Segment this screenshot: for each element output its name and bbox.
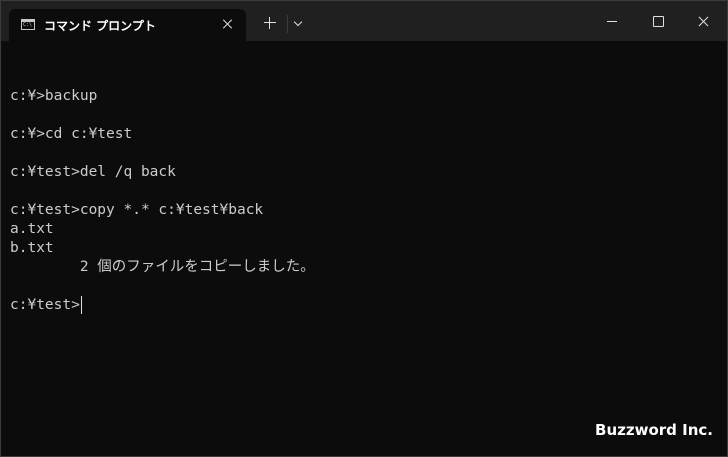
minimize-button[interactable]: [589, 1, 635, 41]
console-output[interactable]: c:¥>backup c:¥>cd c:¥test c:¥test>del /q…: [10, 68, 720, 398]
console-line: c:¥>backup: [10, 88, 98, 104]
tab-close-icon[interactable]: [220, 16, 236, 32]
prompt-line[interactable]: c:¥test>: [10, 296, 720, 315]
console-line: c:¥test>del /q back: [10, 164, 176, 180]
cmd-icon: [21, 19, 35, 30]
text-cursor: [80, 296, 82, 314]
prompt-text: c:¥test>: [10, 297, 80, 313]
title-bar: コマンド プロンプト: [1, 1, 727, 41]
maximize-button[interactable]: [635, 1, 681, 41]
terminal-window: コマンド プロンプト c:¥>backup c:¥>cd c:¥test c:¥…: [0, 0, 728, 457]
close-button[interactable]: [681, 1, 727, 41]
new-tab-plus-icon[interactable]: [263, 16, 277, 30]
console-line: 2 個のファイルをコピーしました。: [10, 259, 315, 275]
console-line: c:¥test>copy *.* c:¥test¥back: [10, 202, 264, 218]
watermark-logo: Buzzword Inc.: [595, 421, 713, 439]
console-line: c:¥>cd c:¥test: [10, 126, 133, 142]
divider: [287, 15, 288, 33]
tab-title: コマンド プロンプト: [44, 19, 156, 33]
chevron-down-icon[interactable]: [294, 19, 302, 27]
tab-command-prompt[interactable]: コマンド プロンプト: [9, 9, 246, 41]
console-line: b.txt: [10, 240, 54, 256]
console-line: a.txt: [10, 221, 54, 237]
